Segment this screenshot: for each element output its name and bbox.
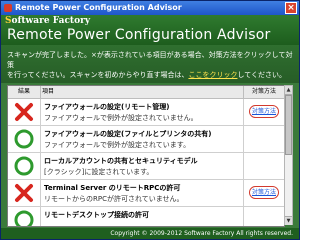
item-name: ファイアウォールの設定(ファイルとプリンタの共有) <box>44 130 212 138</box>
close-button[interactable]: × <box>285 2 297 14</box>
header-divider <box>40 86 41 98</box>
item-name: ファイアウォールの設定(リモート管理) <box>44 103 170 111</box>
title-bar: Remote Power Configuration Advisor × <box>1 1 299 15</box>
table-row: Terminal Server のリモートRPCの許可 リモートからのRPCが許… <box>8 180 284 207</box>
item-name: Terminal Server のリモートRPCの許可 <box>44 184 181 192</box>
scroll-down-icon[interactable]: ▼ <box>285 216 292 225</box>
status-cell <box>8 153 41 179</box>
item-name: リモートデスクトップ接続の許可 <box>44 211 149 219</box>
brand-logo: Software Factory <box>5 16 90 26</box>
item-detail: [クラシック]に設定されています。 <box>44 168 154 176</box>
scroll-thumb[interactable] <box>285 95 292 155</box>
table-row: ファイアウォールの設定(リモート管理) ファイアウォールで例外が設定されていませ… <box>8 99 284 126</box>
header-item: 項目 <box>42 88 55 95</box>
ok-circle-icon <box>14 210 34 226</box>
app-title: Remote Power Configuration Advisor <box>7 27 271 43</box>
fail-x-icon <box>15 184 33 202</box>
table-row: リモートデスクトップ接続の許可 <box>8 207 284 226</box>
intro-line-2: を行ってください。スキャンを初めからやり直す場合は、ここをクリックしてください。 <box>7 70 293 80</box>
status-cell <box>8 207 41 226</box>
app-window: Remote Power Configuration Advisor × Sof… <box>0 0 300 240</box>
scroll-up-icon[interactable]: ▲ <box>285 86 292 95</box>
results-table: 結果 項目 対策方法 ファイアウォールの設定(リモート管理) ファイアウォールで… <box>7 85 285 227</box>
intro-line-2-suffix: してください。 <box>237 71 287 79</box>
item-detail: リモートからのRPCが許可されていません。 <box>44 195 184 203</box>
table-row: ローカルアカウントの共有とセキュリティモデル [クラシック]に設定されています。 <box>8 153 284 180</box>
status-cell <box>8 180 41 206</box>
table-header: 結果 項目 対策方法 <box>8 86 284 99</box>
table-row: ファイアウォールの設定(ファイルとプリンタの共有) ファイアウォールで例外が設定… <box>8 126 284 153</box>
ok-circle-icon <box>14 129 34 149</box>
header-result: 結果 <box>17 88 30 95</box>
intro-line-2-prefix: を行ってください。スキャンを初めからやり直す場合は、 <box>7 71 189 79</box>
action-cell: 対策方法 <box>243 99 284 125</box>
window-title: Remote Power Configuration Advisor <box>15 3 182 12</box>
fix-method-link[interactable]: 対策方法 <box>249 186 279 199</box>
fix-method-link[interactable]: 対策方法 <box>249 105 279 118</box>
action-cell: 対策方法 <box>243 180 284 206</box>
status-cell <box>8 126 41 152</box>
vertical-scrollbar[interactable]: ▲ ▼ <box>284 85 293 225</box>
app-icon <box>4 4 12 12</box>
intro-text: スキャンが完了しました。×が表示されている項目がある場合、対策方法をクリックして… <box>1 45 299 83</box>
header-action: 対策方法 <box>251 88 276 95</box>
item-name: ローカルアカウントの共有とセキュリティモデル <box>44 157 198 165</box>
brand-name: oftware Factory <box>11 16 91 26</box>
restart-scan-link[interactable]: ここをクリック <box>188 71 237 79</box>
fail-x-icon <box>15 103 33 121</box>
footer: Copyright © 2009-2012 Software Factory A… <box>1 228 299 239</box>
intro-line-1: スキャンが完了しました。×が表示されている項目がある場合、対策方法をクリックして… <box>7 51 293 69</box>
item-detail: ファイアウォールで例外が設定されています。 <box>44 141 191 149</box>
action-cell <box>243 153 284 179</box>
action-cell <box>243 126 284 152</box>
ok-circle-icon <box>14 156 34 176</box>
action-cell <box>243 207 284 226</box>
app-header: Software Factory Remote Power Configurat… <box>1 15 299 45</box>
item-detail: ファイアウォールで例外が設定されていません。 <box>44 114 198 122</box>
status-cell <box>8 99 41 125</box>
